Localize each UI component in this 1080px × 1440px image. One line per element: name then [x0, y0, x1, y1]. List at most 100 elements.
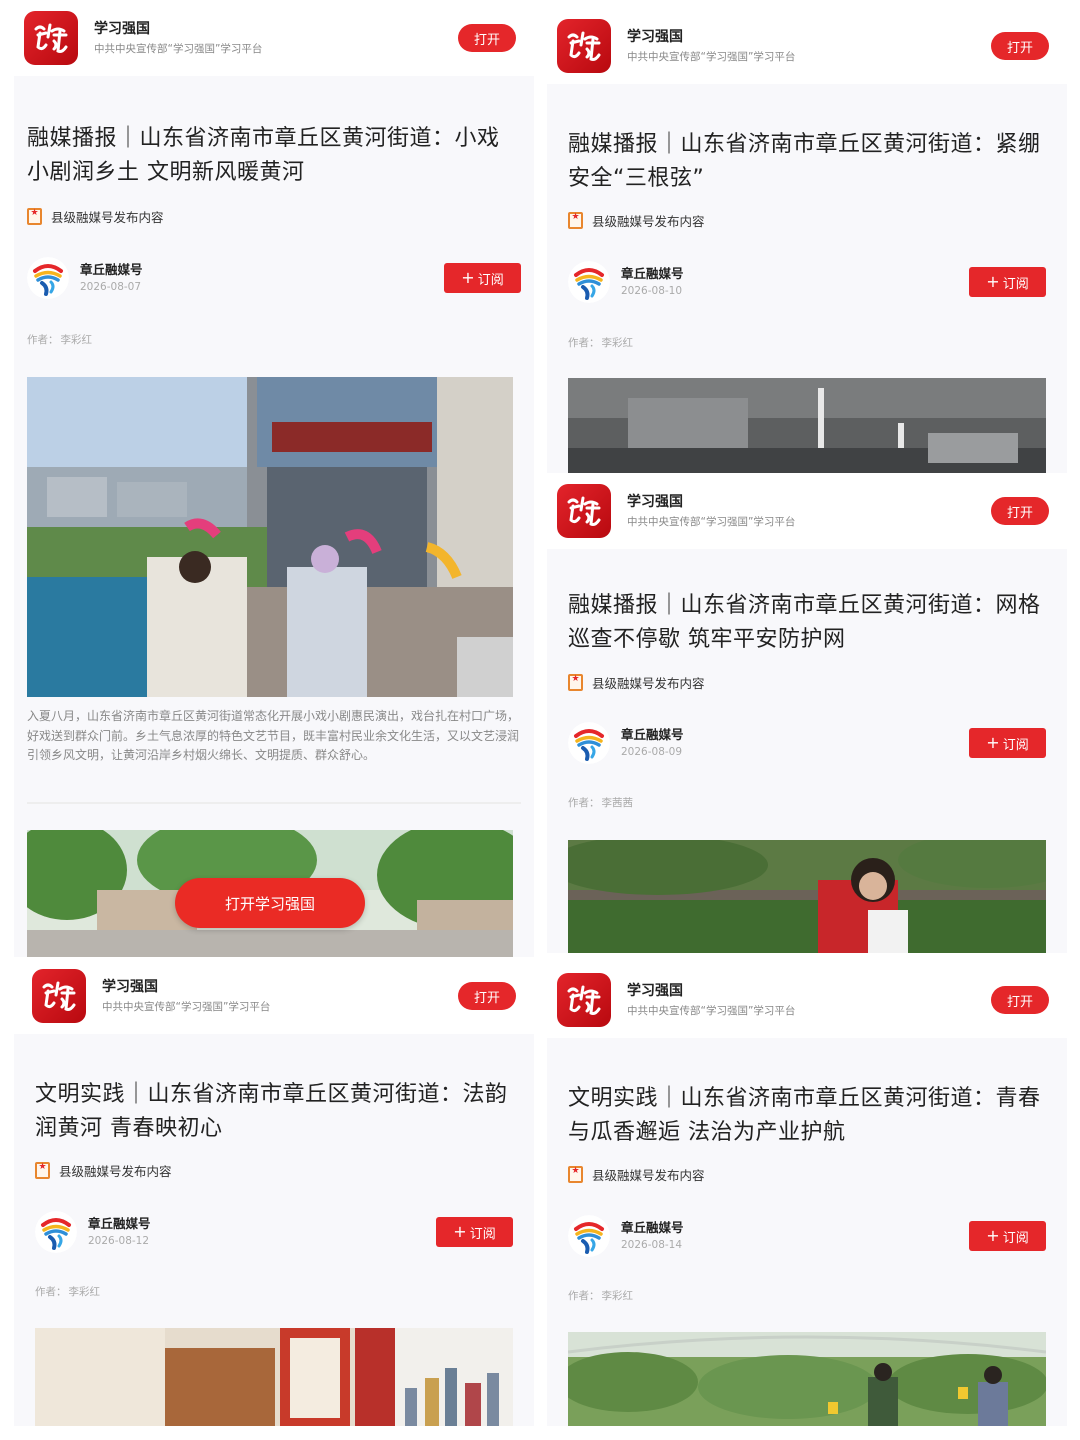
open-app-button[interactable]: 打开 — [458, 24, 516, 52]
byline-author: 李彩红 — [601, 337, 634, 349]
author-avatar-icon[interactable] — [27, 257, 69, 299]
author-avatar-icon[interactable] — [568, 722, 610, 764]
article-photo — [568, 840, 1046, 953]
subscribe-button[interactable]: + 订阅 — [969, 728, 1046, 758]
author-name[interactable]: 章丘融媒号 — [621, 726, 969, 744]
xuexi-logo-icon — [32, 969, 86, 1023]
app-description: 中共中央宣传部“学习强国”学习平台 — [102, 1001, 271, 1013]
xuexi-logo-icon — [24, 11, 78, 65]
article-photo — [568, 378, 1046, 473]
byline: 作者： 李彩红 — [27, 332, 92, 347]
author-name[interactable]: 章丘融媒号 — [88, 1215, 436, 1233]
medal-icon — [568, 211, 583, 229]
open-xuexi-cta-button[interactable]: 打开学习强国 — [175, 878, 365, 928]
plus-icon: + — [461, 268, 475, 287]
source-badge: 县级融媒号发布内容 — [27, 206, 164, 226]
badge-text: 县级融媒号发布内容 — [51, 209, 164, 225]
article-title: 融媒播报｜山东省济南市章丘区黄河街道：网格巡查不停歇 筑牢平安防护网 — [568, 593, 1041, 652]
article-title: 融媒播报｜山东省济南市章丘区黄河街道：小戏小剧润乡土 文明新风暖黄河 — [27, 126, 500, 185]
byline-author: 李彩红 — [601, 1290, 634, 1302]
app-banner: 学习强国 中共中央宣传部“学习强国”学习平台 打开 — [547, 962, 1067, 1038]
xuexi-logo-icon — [557, 973, 611, 1027]
byline: 作者： 李彩红 — [568, 1288, 633, 1303]
app-name: 学习强国 — [627, 494, 683, 510]
byline-label: 作者： — [35, 1286, 67, 1298]
article-body: 文明实践｜山东省济南市章丘区黄河街道：法韵润黄河 青春映初心 县级融媒号发布内容… — [14, 1034, 534, 1426]
open-app-button[interactable]: 打开 — [458, 982, 516, 1010]
plus-icon: + — [453, 1222, 467, 1241]
author-name[interactable]: 章丘融媒号 — [80, 261, 444, 279]
app-banner: 学习强国 中共中央宣传部“学习强国”学习平台 打开 — [14, 0, 534, 76]
source-badge: 县级融媒号发布内容 — [35, 1160, 172, 1180]
article-title: 融媒播报｜山东省济南市章丘区黄河街道：紧绷安全“三根弦” — [568, 132, 1041, 191]
plus-icon: + — [986, 1226, 1000, 1245]
badge-text: 县级融媒号发布内容 — [592, 213, 705, 229]
author-row: 章丘融媒号 2026-08-10 + 订阅 — [568, 260, 1046, 304]
publish-date: 2026-08-12 — [88, 1235, 150, 1247]
article-photo — [568, 1332, 1046, 1426]
app-banner: 学习强国 中共中央宣传部“学习强国”学习平台 打开 — [547, 473, 1067, 549]
open-app-button[interactable]: 打开 — [991, 986, 1049, 1014]
subscribe-button[interactable]: + 订阅 — [969, 1221, 1046, 1251]
app-description: 中共中央宣传部“学习强国”学习平台 — [627, 51, 796, 63]
article-body: 融媒播报｜山东省济南市章丘区黄河街道：小戏小剧润乡土 文明新风暖黄河 县级融媒号… — [14, 76, 534, 957]
byline-label: 作者： — [568, 797, 600, 809]
author-avatar-icon[interactable] — [35, 1211, 77, 1253]
xuexi-logo-icon — [557, 19, 611, 73]
photo-illustration — [568, 378, 1046, 473]
divider — [27, 802, 521, 804]
open-app-button[interactable]: 打开 — [991, 497, 1049, 525]
xuexi-logo-icon — [557, 484, 611, 538]
open-app-button[interactable]: 打开 — [991, 32, 1049, 60]
article-title: 文明实践｜山东省济南市章丘区黄河街道：法韵润黄河 青春映初心 — [35, 1082, 508, 1141]
app-description: 中共中央宣传部“学习强国”学习平台 — [94, 43, 263, 55]
source-badge: 县级融媒号发布内容 — [568, 210, 705, 230]
byline-label: 作者： — [568, 1290, 600, 1302]
author-row: 章丘融媒号 2026-08-14 + 订阅 — [568, 1214, 1046, 1258]
subscribe-label: 订阅 — [1002, 1230, 1029, 1246]
photo-illustration — [35, 1328, 513, 1426]
subscribe-label: 订阅 — [1002, 276, 1029, 292]
source-badge: 县级融媒号发布内容 — [568, 1164, 705, 1184]
publish-date: 2026-08-07 — [80, 281, 142, 293]
author-name[interactable]: 章丘融媒号 — [621, 265, 969, 283]
publish-date: 2026-08-09 — [621, 746, 683, 758]
app-name: 学习强国 — [627, 983, 683, 999]
byline-label: 作者： — [27, 334, 59, 346]
article-title: 文明实践｜山东省济南市章丘区黄河街道：青春与瓜香邂逅 法治为产业护航 — [568, 1086, 1041, 1145]
app-name: 学习强国 — [627, 29, 683, 45]
app-banner: 学习强国 中共中央宣传部“学习强国”学习平台 打开 — [14, 958, 534, 1034]
author-avatar-icon[interactable] — [568, 1215, 610, 1257]
app-name: 学习强国 — [94, 21, 150, 37]
byline-author: 李彩红 — [68, 1286, 101, 1298]
subscribe-button[interactable]: + 订阅 — [969, 267, 1046, 297]
app-name: 学习强国 — [102, 979, 158, 995]
article-panel-1: 学习强国 中共中央宣传部“学习强国”学习平台 打开 融媒播报｜山东省济南市章丘区… — [14, 0, 534, 957]
article-panel-3: 学习强国 中共中央宣传部“学习强国”学习平台 打开 融媒播报｜山东省济南市章丘区… — [547, 473, 1067, 953]
subscribe-label: 订阅 — [1002, 737, 1029, 753]
photo-illustration — [27, 377, 513, 697]
app-description: 中共中央宣传部“学习强国”学习平台 — [627, 516, 796, 528]
subscribe-button[interactable]: + 订阅 — [444, 263, 521, 293]
article-panel-4: 学习强国 中共中央宣传部“学习强国”学习平台 打开 文明实践｜山东省济南市章丘区… — [14, 958, 534, 1426]
article-body: 文明实践｜山东省济南市章丘区黄河街道：青春与瓜香邂逅 法治为产业护航 县级融媒号… — [547, 1038, 1067, 1426]
article-body: 融媒播报｜山东省济南市章丘区黄河街道：紧绷安全“三根弦” 县级融媒号发布内容 章… — [547, 84, 1067, 473]
author-row: 章丘融媒号 2026-08-09 + 订阅 — [568, 721, 1046, 765]
byline-author: 李彩红 — [60, 334, 93, 346]
subscribe-label: 订阅 — [469, 1226, 496, 1242]
subscribe-button[interactable]: + 订阅 — [436, 1217, 513, 1247]
badge-text: 县级融媒号发布内容 — [592, 675, 705, 691]
author-avatar-icon[interactable] — [568, 261, 610, 303]
photo-illustration — [568, 1332, 1046, 1426]
subscribe-label: 订阅 — [477, 272, 504, 288]
medal-icon — [568, 673, 583, 691]
byline: 作者： 李彩红 — [568, 335, 633, 350]
photo-illustration — [568, 840, 1046, 953]
byline: 作者： 李茜茜 — [568, 795, 633, 810]
article-caption: 入夏八月，山东省济南市章丘区黄河街道常态化开展小戏小剧惠民演出，戏台扎在村口广场… — [27, 709, 520, 762]
author-name[interactable]: 章丘融媒号 — [621, 1219, 969, 1237]
article-panel-5: 学习强国 中共中央宣传部“学习强国”学习平台 打开 文明实践｜山东省济南市章丘区… — [547, 962, 1067, 1426]
byline-author: 李茜茜 — [601, 797, 634, 809]
article-panel-2: 学习强国 中共中央宣传部“学习强国”学习平台 打开 融媒播报｜山东省济南市章丘区… — [547, 8, 1067, 473]
article-body: 融媒播报｜山东省济南市章丘区黄河街道：网格巡查不停歇 筑牢平安防护网 县级融媒号… — [547, 549, 1067, 953]
